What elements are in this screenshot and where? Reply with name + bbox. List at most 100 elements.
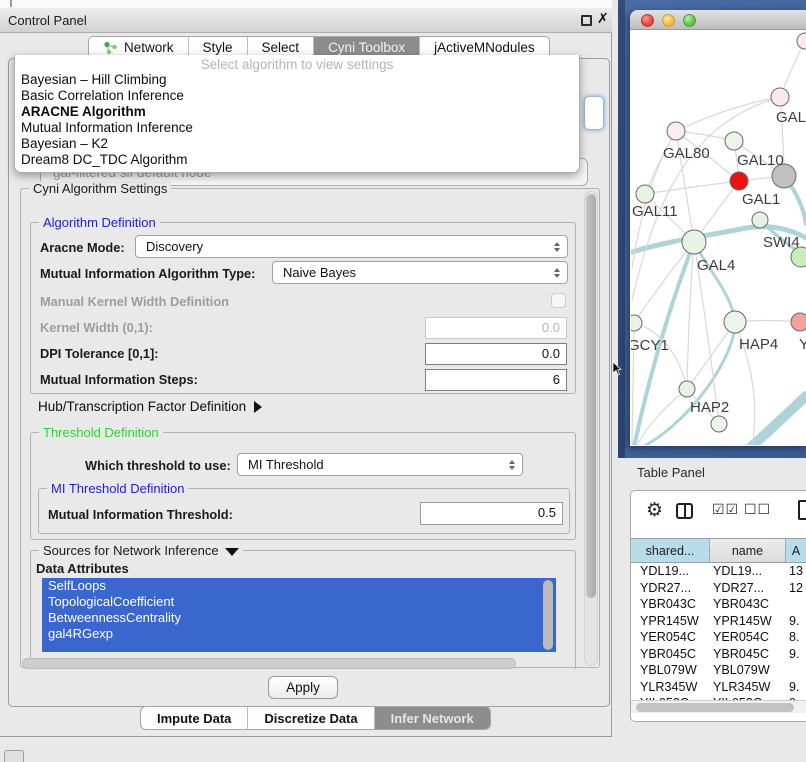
which-threshold-combobox[interactable]: MI Threshold (237, 453, 523, 476)
attribute-list-item[interactable]: BetweennessCentrality (42, 610, 556, 626)
minimize-traffic-light-icon[interactable] (662, 14, 675, 27)
table-cell[interactable]: 8. (786, 629, 806, 646)
tab-infer-network[interactable]: Infer Network (375, 707, 490, 729)
algorithm-option[interactable]: ARACNE Algorithm (15, 104, 579, 120)
network-edge[interactable] (634, 323, 687, 389)
tab-impute-data[interactable]: Impute Data (141, 707, 248, 729)
column-header-shared-name[interactable]: shared... (631, 539, 710, 562)
algorithm-option[interactable]: Basic Correlation Inference (15, 88, 579, 104)
table-cell[interactable]: YBR045C (710, 646, 786, 663)
table-row[interactable]: YBR045CYBR045C9. (631, 646, 806, 663)
table-horizontal-scrollbar[interactable] (631, 700, 806, 713)
node-gal80[interactable] (667, 122, 685, 140)
scrollbar-thumb[interactable] (636, 703, 794, 712)
attribute-list-item[interactable]: SelfLoops (42, 578, 556, 594)
table-cell[interactable]: YER054C (631, 629, 710, 646)
table-row[interactable]: YER054CYER054C8. (631, 629, 806, 646)
mi-steps-field[interactable]: 6 (425, 369, 567, 391)
list-scrollbar-thumb[interactable] (543, 580, 553, 650)
mi-threshold-field[interactable]: 0.5 (420, 502, 563, 525)
manual-kernel-width-checkbox[interactable] (551, 293, 566, 308)
table-cell[interactable]: YER054C (710, 629, 786, 646)
scrollbar-thumb[interactable] (586, 194, 596, 598)
table-cell[interactable] (786, 596, 806, 613)
aracne-mode-combobox[interactable]: Discovery (135, 235, 568, 258)
apply-button[interactable]: Apply (268, 676, 338, 699)
panel-corner-button[interactable] (4, 750, 24, 762)
table-cell[interactable]: 13 (786, 563, 806, 580)
sources-toggle[interactable]: Sources for Network Inference (39, 543, 243, 558)
network-edge-strong[interactable] (750, 396, 806, 445)
table-row[interactable]: YDL19...YDL19...13 (631, 563, 806, 580)
control-panel-titlebar[interactable] (0, 8, 612, 33)
settings-horizontal-scrollbar[interactable] (22, 658, 516, 669)
table-cell[interactable]: YDR27... (710, 580, 786, 597)
network-canvas[interactable]: GALGAL80GAL10GAL1GAL11SWI4GAL4GCY1HAP4YH… (631, 30, 806, 445)
table-cell[interactable]: YBL079W (710, 662, 786, 679)
table-cell[interactable]: YBR043C (631, 596, 710, 613)
export-table-icon[interactable] (798, 500, 806, 520)
table-cell[interactable]: 9. (786, 613, 806, 630)
node-partial-top[interactable] (797, 33, 806, 49)
table-cell[interactable]: YDL19... (631, 563, 710, 580)
table-body[interactable]: YDL19...YDL19...13YDR27...YDR27...12YBR0… (631, 563, 806, 700)
column-header-partial[interactable]: A (786, 539, 806, 562)
data-attributes-list[interactable]: SelfLoopsTopologicalCoefficientBetweenne… (42, 578, 556, 652)
table-cell[interactable] (786, 662, 806, 679)
algorithm-option[interactable]: Bayesian – K2 (15, 136, 579, 152)
attribute-list-item[interactable]: gal4RGexp (42, 626, 556, 642)
algorithm-combobox-edge[interactable] (584, 96, 604, 130)
node-gal4[interactable] (682, 230, 706, 254)
network-edge[interactable] (645, 131, 676, 194)
table-cell[interactable]: YBL079W (631, 662, 710, 679)
table-row[interactable]: YPR145WYPR145W9. (631, 613, 806, 630)
table-cell[interactable]: YDR27... (631, 580, 710, 597)
table-cell[interactable]: 9. (786, 646, 806, 663)
algorithm-option[interactable]: Bayesian – Hill Climbing (15, 72, 579, 88)
dpi-tolerance-field[interactable]: 0.0 (425, 343, 567, 365)
close-panel-icon[interactable]: ✗ (597, 11, 609, 27)
hub-definition-toggle[interactable]: Hub/Transcription Factor Definition (38, 399, 262, 414)
table-cell[interactable]: YLR345W (631, 679, 710, 696)
table-row[interactable]: YBL079WYBL079W (631, 662, 806, 679)
gear-icon[interactable]: ⚙ (646, 499, 663, 521)
node-hap2[interactable] (679, 381, 695, 397)
node-gcy1[interactable] (631, 315, 642, 331)
table-cell[interactable]: YLR345W (710, 679, 786, 696)
table-row[interactable]: YLR345WYLR345W9. (631, 679, 806, 696)
column-header-name[interactable]: name (710, 539, 786, 562)
select-all-checkboxes-icon[interactable]: ☑☑ (712, 502, 739, 518)
table-cell[interactable]: YPR145W (710, 613, 786, 630)
algorithm-option[interactable]: Mutual Information Inference (15, 120, 579, 136)
column-browser-icon[interactable] (676, 503, 693, 519)
table-cell[interactable]: 12 (786, 580, 806, 597)
table-row[interactable]: YBR043CYBR043C (631, 596, 806, 613)
table-header-row[interactable]: shared... name A (631, 538, 806, 563)
node-gal11[interactable] (636, 185, 654, 203)
kernel-width-field[interactable]: 0.0 (425, 317, 567, 339)
deselect-all-checkboxes-icon[interactable]: ☐☐ (744, 502, 771, 518)
node-gal1[interactable] (730, 172, 748, 190)
table-cell[interactable]: YBR045C (631, 646, 710, 663)
network-edge[interactable] (634, 242, 694, 323)
network-edge[interactable] (645, 181, 739, 194)
close-traffic-light-icon[interactable] (641, 14, 654, 27)
tab-discretize-data[interactable]: Discretize Data (248, 707, 374, 729)
zoom-traffic-light-icon[interactable] (683, 14, 696, 27)
node-gal10[interactable] (725, 132, 743, 150)
mi-algorithm-type-combobox[interactable]: Naive Bayes (272, 261, 568, 284)
node-swi4[interactable] (752, 212, 768, 228)
algorithm-dropdown-list[interactable]: Select algorithm to view settings Bayesi… (14, 55, 580, 173)
table-cell[interactable]: YDL19... (710, 563, 786, 580)
node-gal-partial[interactable] (771, 88, 789, 106)
attribute-list-item[interactable]: TopologicalCoefficient (42, 594, 556, 610)
table-cell[interactable]: YPR145W (631, 613, 710, 630)
network-edge[interactable] (687, 242, 694, 389)
float-window-icon[interactable] (581, 15, 592, 26)
network-window-titlebar[interactable] (630, 10, 806, 30)
node-hap4[interactable] (724, 311, 746, 333)
algorithm-option[interactable]: Dream8 DC_TDC Algorithm (15, 152, 579, 168)
table-row[interactable]: YDR27...YDR27...12 (631, 580, 806, 597)
table-cell[interactable]: 9. (786, 679, 806, 696)
table-cell[interactable]: YBR043C (710, 596, 786, 613)
